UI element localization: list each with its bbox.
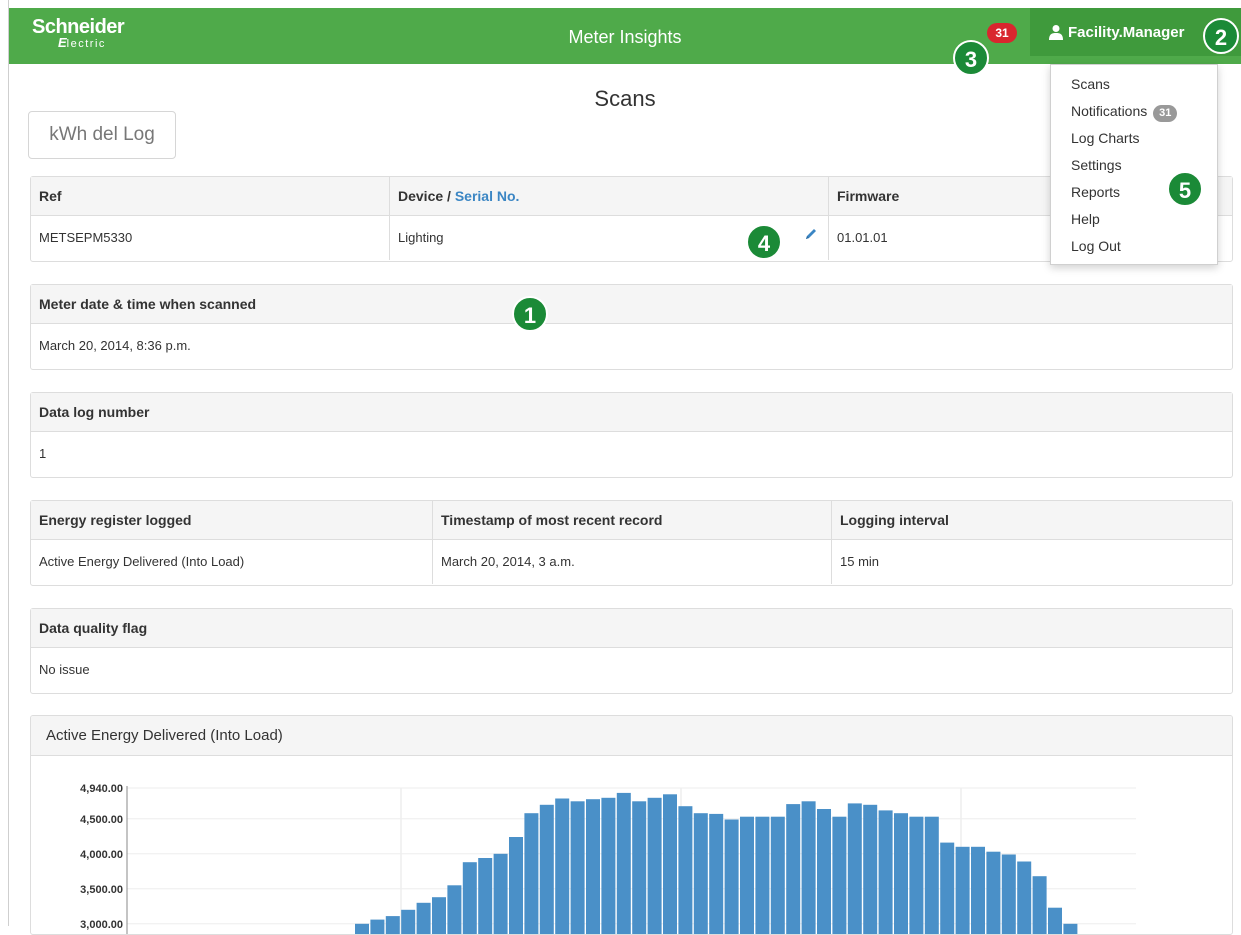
chart-bar[interactable]: [956, 847, 970, 935]
y-tick-label: 3,000.00: [80, 919, 123, 931]
chart-bar[interactable]: [925, 817, 939, 935]
logo-wordmark: Schneider: [32, 17, 124, 37]
chart-bar[interactable]: [1048, 908, 1062, 935]
data-log-number-panel: Data log number 1: [30, 392, 1233, 478]
chart-bar[interactable]: [755, 817, 769, 935]
chart-bar[interactable]: [940, 843, 954, 935]
chart-bar[interactable]: [632, 801, 646, 935]
col-device-serial: Device / Serial No.: [390, 177, 829, 215]
chart-bar[interactable]: [601, 798, 615, 935]
logging-interval-value: 15 min: [832, 540, 1232, 584]
ref-value: METSEPM5330: [31, 216, 390, 260]
chart-bar[interactable]: [709, 814, 723, 935]
data-quality-label: Data quality flag: [31, 609, 1232, 648]
col-logging-interval: Logging interval: [832, 501, 1232, 539]
timestamp-value: March 20, 2014, 3 a.m.: [433, 540, 832, 584]
chart-bar[interactable]: [494, 854, 508, 935]
y-tick-label: 4,940.00: [80, 783, 123, 795]
data-quality-value: No issue: [31, 648, 1232, 692]
chart-bar[interactable]: [463, 862, 477, 935]
chart-bar[interactable]: [401, 910, 415, 935]
meter-datetime-panel: Meter date & time when scanned March 20,…: [30, 284, 1233, 370]
edit-pencil-icon[interactable]: [804, 227, 818, 241]
callout-2: 2: [1203, 18, 1239, 54]
chart-bar[interactable]: [986, 852, 1000, 935]
chart-bar[interactable]: [786, 804, 800, 935]
chart-bar[interactable]: [648, 798, 662, 935]
chart-bar[interactable]: [971, 847, 985, 935]
chart-bar[interactable]: [678, 806, 692, 935]
meter-datetime-label: Meter date & time when scanned: [31, 285, 1232, 324]
data-log-number-value: 1: [31, 432, 1232, 476]
meter-datetime-value: March 20, 2014, 8:36 p.m.: [31, 324, 1232, 368]
chart-bar[interactable]: [524, 813, 538, 935]
chart-bar[interactable]: [540, 805, 554, 935]
chart-bar[interactable]: [863, 805, 877, 935]
y-tick-label: 4,500.00: [80, 814, 123, 826]
top-navbar: Schneider Electric Meter Insights 31 Fac…: [9, 8, 1241, 64]
schneider-logo[interactable]: Schneider Electric: [32, 17, 124, 50]
chart-bar[interactable]: [771, 817, 785, 935]
chart-bar[interactable]: [740, 817, 754, 935]
chart-bar[interactable]: [417, 903, 431, 935]
chart-bar[interactable]: [478, 858, 492, 935]
chart-bar[interactable]: [509, 837, 523, 935]
y-tick-label: 4,000.00: [80, 849, 123, 861]
menu-item-notifications[interactable]: Notifications 31: [1051, 98, 1217, 125]
callout-3: 3: [953, 40, 989, 76]
menu-item-scans[interactable]: Scans: [1051, 71, 1217, 98]
chart-bar[interactable]: [1002, 855, 1016, 935]
chart-bar[interactable]: [432, 897, 446, 935]
chart-bar[interactable]: [879, 810, 893, 935]
energy-bar-chart: 4,940.00 4,500.00 4,000.00 3,500.00 3,000.00: [31, 756, 1233, 935]
serial-no-link[interactable]: Serial No.: [455, 188, 520, 204]
chart-bar[interactable]: [832, 817, 846, 935]
chart-bar[interactable]: [370, 920, 384, 935]
notification-count-badge[interactable]: 31: [987, 23, 1017, 43]
user-icon: [1048, 24, 1064, 40]
user-name: Facility.Manager: [1068, 24, 1184, 41]
energy-register-panel: Energy register logged Timestamp of most…: [30, 500, 1233, 586]
chart-bar[interactable]: [447, 885, 461, 935]
menu-item-log-out[interactable]: Log Out: [1051, 233, 1217, 260]
col-ref: Ref: [31, 177, 390, 215]
col-energy-register: Energy register logged: [31, 501, 433, 539]
chart-bar[interactable]: [894, 813, 908, 935]
chart-bar[interactable]: [694, 813, 708, 935]
chart-bar[interactable]: [817, 809, 831, 935]
energy-table-header: Energy register logged Timestamp of most…: [31, 501, 1232, 540]
chart-bar[interactable]: [1017, 862, 1031, 935]
chart-title: Active Energy Delivered (Into Load): [31, 716, 1232, 756]
energy-table-row: Active Energy Delivered (Into Load) Marc…: [31, 540, 1232, 584]
notifications-count-badge: 31: [1153, 105, 1177, 122]
kwh-del-log-button[interactable]: kWh del Log: [28, 111, 176, 159]
chart-bar[interactable]: [555, 799, 569, 935]
chart-bar[interactable]: [1033, 876, 1047, 935]
chart-bar[interactable]: [355, 924, 369, 935]
user-dropdown-menu: Scans Notifications 31 Log Charts Settin…: [1050, 64, 1218, 265]
chart-bar[interactable]: [1063, 924, 1077, 935]
chart-bar[interactable]: [617, 793, 631, 935]
data-log-number-label: Data log number: [31, 393, 1232, 432]
chart-bar[interactable]: [663, 794, 677, 935]
callout-1: 1: [512, 296, 548, 332]
chart-bar[interactable]: [802, 801, 816, 935]
data-quality-panel: Data quality flag No issue: [30, 608, 1233, 694]
callout-4: 4: [746, 224, 782, 260]
chart-bar[interactable]: [571, 801, 585, 935]
menu-item-help[interactable]: Help: [1051, 206, 1217, 233]
logo-subtext: Electric: [58, 37, 124, 50]
col-timestamp: Timestamp of most recent record: [433, 501, 832, 539]
chart-bar[interactable]: [586, 799, 600, 935]
y-tick-label: 3,500.00: [80, 884, 123, 896]
callout-5: 5: [1167, 171, 1203, 207]
energy-register-value: Active Energy Delivered (Into Load): [31, 540, 433, 584]
chart-bar[interactable]: [909, 817, 923, 935]
chart-bar[interactable]: [725, 820, 739, 935]
chart-bar[interactable]: [848, 803, 862, 935]
energy-chart-panel: Active Energy Delivered (Into Load) 4,94…: [30, 715, 1233, 935]
menu-item-log-charts[interactable]: Log Charts: [1051, 125, 1217, 152]
